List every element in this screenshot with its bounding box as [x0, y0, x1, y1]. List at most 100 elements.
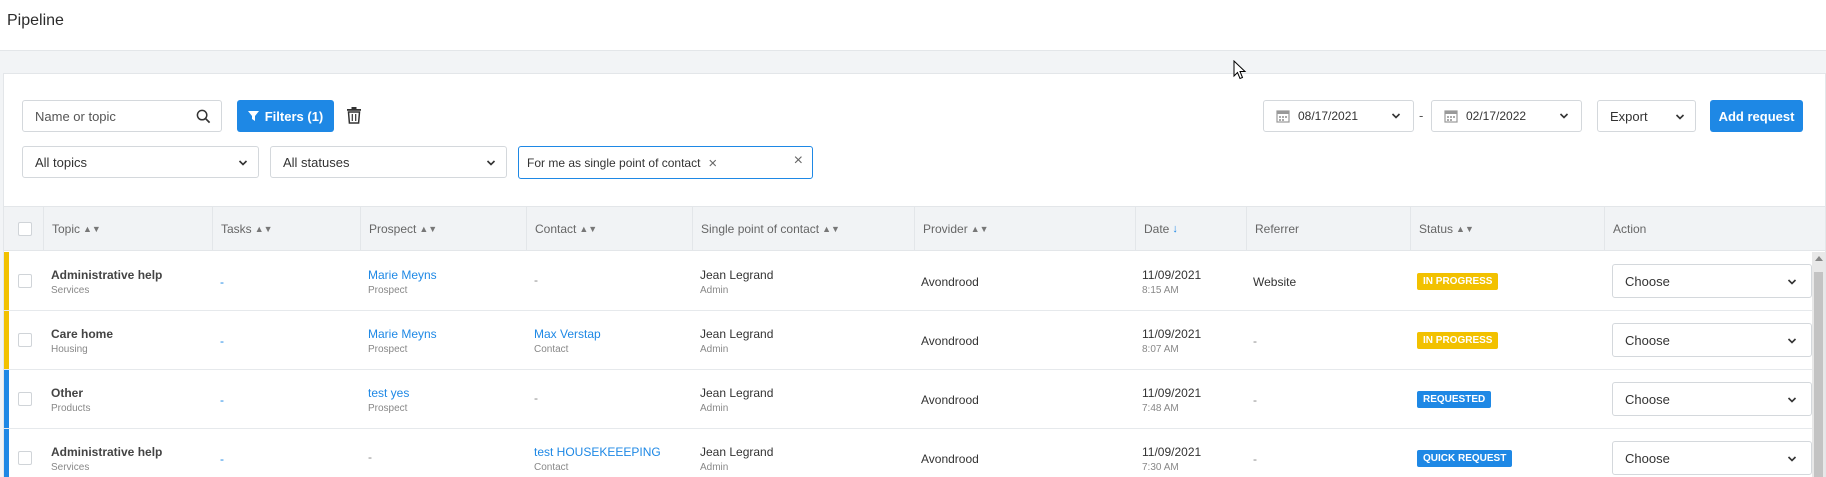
chevron-down-icon [1559, 113, 1569, 119]
referrer-cell: - [1253, 370, 1257, 429]
sort-icon: ▲▼ [970, 223, 989, 234]
row-checkbox[interactable] [18, 392, 32, 406]
table-row[interactable]: Other Products - test yes Prospect - Jean Legr… [4, 370, 1825, 429]
search-input[interactable] [23, 101, 193, 131]
clear-icon[interactable]: × [794, 152, 803, 170]
table-row[interactable]: Administrative help Services - - test HOUSEK… [4, 429, 1825, 477]
prospect-link[interactable]: - [368, 450, 372, 464]
prospect-link[interactable]: test yes [368, 386, 409, 400]
add-request-button[interactable]: Add request [1710, 100, 1803, 132]
select-all-checkbox[interactable] [18, 222, 32, 236]
prospect-link[interactable]: Marie Meyns [368, 268, 437, 282]
export-label: Export [1610, 108, 1648, 124]
chevron-down-icon [1675, 114, 1685, 120]
search-icon[interactable] [196, 109, 211, 124]
contact-link[interactable]: Max Verstap [534, 327, 601, 341]
column-label: Tasks [221, 221, 252, 236]
sort-icon: ▲▼ [1456, 223, 1474, 234]
topic-category: Housing [51, 343, 88, 355]
date-cell: 11/09/2021 7:48 AM [1142, 370, 1201, 429]
column-label: Single point of contact [701, 221, 820, 236]
spoc-role: Admin [700, 402, 729, 414]
column-label: Status [1419, 221, 1454, 236]
page-title: Pipeline [7, 12, 64, 29]
table-row[interactable]: Administrative help Services - Marie Meyns P… [4, 252, 1825, 311]
provider-name: Avondrood [921, 451, 979, 466]
prospect-role: Prospect [368, 402, 408, 414]
contact-link[interactable]: - [534, 391, 538, 405]
tasks-cell[interactable]: - [220, 311, 224, 370]
spoc-cell: Jean Legrand Admin [700, 252, 773, 311]
statuses-select[interactable]: All statuses [270, 146, 507, 178]
prospect-role: Prospect [368, 343, 408, 355]
status-badge: IN PROGRESS [1417, 332, 1499, 349]
column-tasks[interactable]: Tasks ▲▼ [212, 207, 360, 250]
column-label: Date [1144, 221, 1170, 236]
top-bar: Pipeline [0, 0, 1826, 51]
referrer-cell: - [1253, 429, 1257, 477]
spoc-role: Admin [700, 343, 729, 355]
tasks-cell[interactable]: - [220, 429, 224, 477]
tasks-cell[interactable]: - [220, 252, 224, 311]
topics-select[interactable]: All topics [22, 146, 259, 178]
spoc-name: Jean Legrand [700, 444, 774, 459]
date-cell: 11/09/2021 8:07 AM [1142, 311, 1201, 370]
status-cell: QUICK REQUEST [1417, 429, 1513, 477]
tasks-value[interactable]: - [220, 452, 224, 466]
date-to-picker[interactable]: 02/17/2022 [1431, 100, 1582, 132]
tasks-value[interactable]: - [220, 334, 224, 348]
row-accent [4, 311, 9, 369]
row-checkbox[interactable] [18, 274, 32, 288]
prospect-cell: test yes Prospect [368, 370, 409, 429]
action-select[interactable]: Choose [1612, 441, 1812, 475]
time-value: 8:15 AM [1142, 284, 1179, 296]
topic-category: Services [51, 284, 90, 296]
export-dropdown[interactable]: Export [1597, 100, 1696, 132]
spoc-filter-select[interactable]: For me as single point of contact × × [518, 146, 813, 179]
prospect-cell: Marie Meyns Prospect [368, 252, 437, 311]
row-checkbox[interactable] [18, 333, 32, 347]
scroll-up-icon[interactable] [1815, 256, 1823, 261]
chevron-down-icon [1787, 456, 1797, 462]
row-checkbox[interactable] [18, 451, 32, 465]
search-box[interactable] [22, 100, 222, 132]
tasks-value[interactable]: - [220, 275, 224, 289]
scrollbar-thumb[interactable] [1814, 272, 1823, 477]
topic-name: Administrative help [51, 267, 163, 282]
sort-desc-icon: ↓ [1172, 222, 1178, 235]
column-provider[interactable]: Provider ▲▼ [914, 207, 1135, 250]
spoc-cell: Jean Legrand Admin [700, 429, 773, 477]
date-from-picker[interactable]: 08/17/2021 [1263, 100, 1414, 132]
column-single-point-of-contact[interactable]: Single point of contact ▲▼ [692, 207, 914, 250]
column-prospect[interactable]: Prospect ▲▼ [360, 207, 526, 250]
column-date[interactable]: Date ↓ [1135, 207, 1246, 250]
filters-button[interactable]: Filters (1) [237, 100, 334, 132]
column-topic[interactable]: Topic ▲▼ [43, 207, 212, 250]
contact-cell: - [534, 252, 538, 311]
row-accent [4, 370, 9, 428]
action-select[interactable]: Choose [1612, 264, 1812, 298]
action-select[interactable]: Choose [1612, 382, 1812, 416]
table-row[interactable]: Care home Housing - Marie Meyns Prospect Max … [4, 311, 1825, 370]
provider-name: Avondrood [921, 392, 979, 407]
provider-name: Avondrood [921, 333, 979, 348]
column-referrer: Referrer [1246, 207, 1410, 250]
chevron-down-icon [1787, 338, 1797, 344]
column-status[interactable]: Status ▲▼ [1410, 207, 1604, 250]
date-value: 11/09/2021 [1142, 267, 1202, 282]
contact-link[interactable]: test HOUSEKEEEPING [534, 445, 661, 459]
column-contact[interactable]: Contact ▲▼ [526, 207, 692, 250]
chip-remove-icon[interactable]: × [708, 155, 717, 172]
provider-name: Avondrood [921, 274, 979, 289]
tasks-cell[interactable]: - [220, 370, 224, 429]
statuses-value: All statuses [283, 154, 350, 170]
action-select[interactable]: Choose [1612, 323, 1812, 357]
tasks-value[interactable]: - [220, 393, 224, 407]
scrollbar[interactable] [1812, 252, 1825, 477]
spoc-cell: Jean Legrand Admin [700, 311, 773, 370]
date-value: 11/09/2021 [1142, 385, 1202, 400]
trash-icon[interactable] [346, 107, 362, 124]
spoc-name: Jean Legrand [700, 385, 774, 400]
prospect-link[interactable]: Marie Meyns [368, 327, 437, 341]
contact-link[interactable]: - [534, 273, 538, 287]
